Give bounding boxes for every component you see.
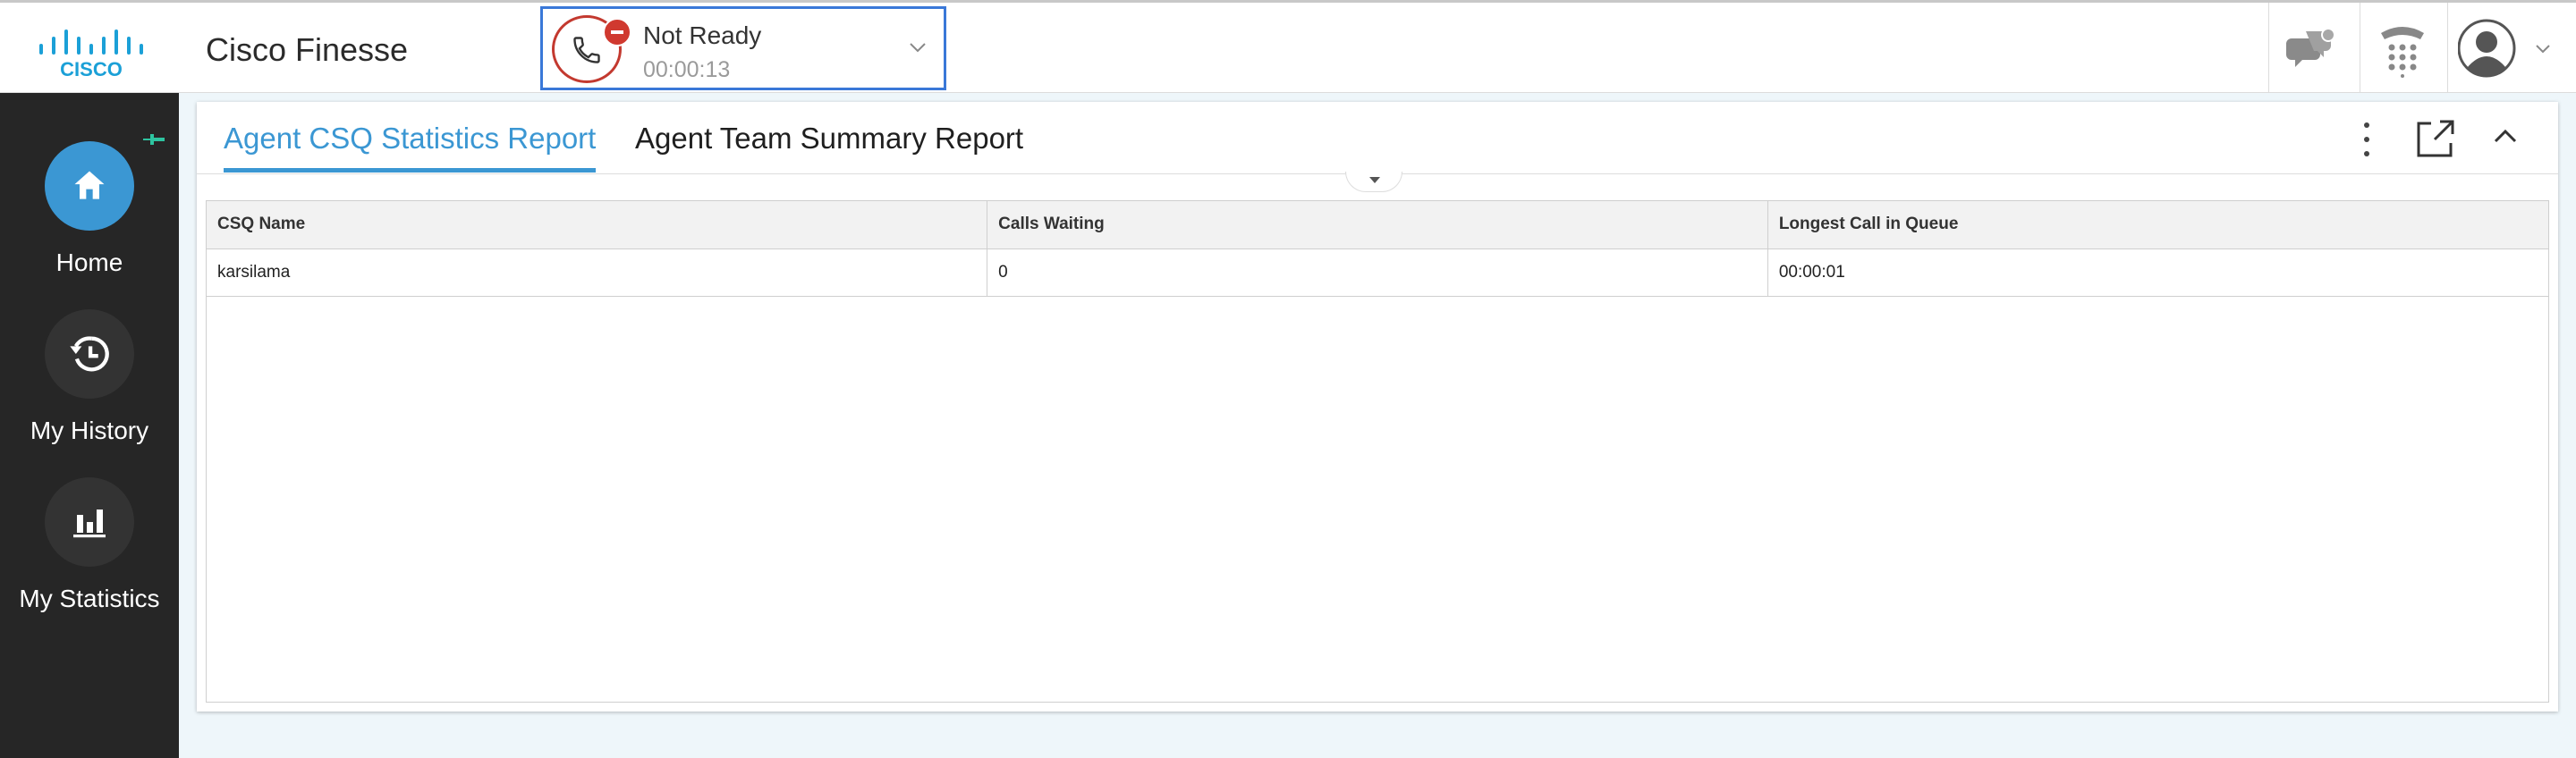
agent-state-timer: 00:00:13: [643, 57, 731, 82]
user-avatar-icon[interactable]: [2457, 19, 2556, 82]
app-title: Cisco Finesse: [206, 31, 409, 68]
agent-state-dropdown[interactable]: Not Ready 00:00:13: [540, 6, 946, 90]
column-header[interactable]: Longest Call in Queue: [1767, 201, 2548, 249]
toolbar-divider: [2447, 3, 2448, 92]
sidebar-item-my-history[interactable]: My History: [0, 309, 179, 470]
not-ready-badge-icon: [603, 18, 631, 46]
column-header[interactable]: Calls Waiting: [987, 201, 1768, 249]
tab-agent-csq-statistics[interactable]: Agent CSQ Statistics Report: [224, 122, 597, 173]
sidebar-item-label: My Statistics: [19, 585, 160, 612]
chevron-up-icon[interactable]: [2492, 125, 2519, 151]
dialpad-icon[interactable]: [2376, 21, 2429, 82]
sidebar: Home My History My Statistics: [0, 93, 179, 758]
report-tabs: Agent CSQ Statistics Report Agent Team S…: [197, 102, 2558, 174]
collapse-toggle-icon[interactable]: [1345, 172, 1402, 192]
toolbar-divider: [2268, 3, 2269, 92]
top-bar: CISCO Cisco Finesse Not Ready 00:00:13: [0, 0, 2576, 93]
history-icon: [45, 309, 134, 399]
agent-state-label: Not Ready: [643, 21, 762, 49]
sidebar-item-my-statistics[interactable]: My Statistics: [0, 477, 179, 638]
table-row[interactable]: karsilama 0 00:00:01: [207, 248, 2548, 297]
sidebar-item-label: Home: [55, 248, 123, 276]
table-header-row: CSQ Name Calls Waiting Longest Call in Q…: [207, 201, 2548, 249]
report-panel: Agent CSQ Statistics Report Agent Team S…: [197, 102, 2558, 712]
svg-text:CISCO: CISCO: [60, 58, 123, 80]
statistics-icon: [45, 477, 134, 567]
csq-name-cell: karsilama: [207, 248, 988, 297]
longest-call-cell: 00:00:01: [1767, 248, 2548, 297]
home-icon: [45, 141, 134, 231]
cisco-logo: CISCO: [36, 24, 147, 80]
more-options-icon[interactable]: [2361, 118, 2372, 165]
column-header[interactable]: CSQ Name: [207, 201, 988, 249]
pop-out-icon[interactable]: [2413, 116, 2458, 165]
calls-waiting-cell: 0: [987, 248, 1768, 297]
tab-agent-team-summary[interactable]: Agent Team Summary Report: [635, 122, 1023, 156]
sidebar-item-home[interactable]: Home: [0, 141, 179, 302]
chat-icon[interactable]: [2286, 26, 2338, 75]
chevron-down-icon: [908, 41, 928, 58]
csq-statistics-table: CSQ Name Calls Waiting Longest Call in Q…: [206, 200, 2549, 703]
sidebar-item-label: My History: [30, 417, 149, 444]
